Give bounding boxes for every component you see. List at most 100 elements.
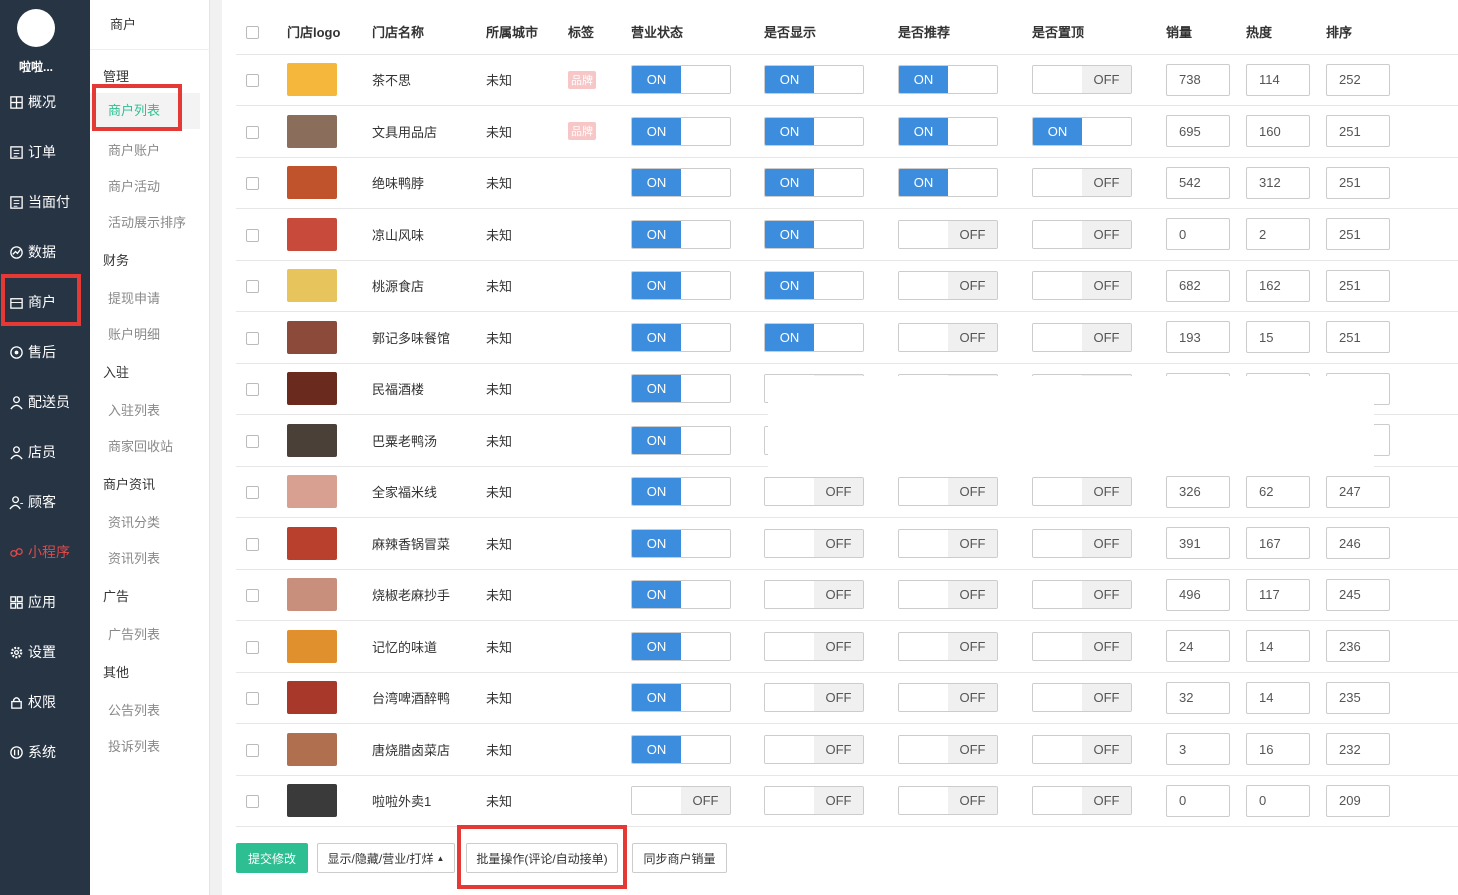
open-switch[interactable]: ON	[631, 374, 731, 404]
recommend-switch[interactable]: OFF	[898, 219, 998, 249]
open-switch[interactable]: ON	[631, 219, 731, 249]
open-switch[interactable]: ON	[631, 631, 731, 661]
recommend-switch[interactable]: OFF	[898, 477, 998, 507]
open-switch[interactable]: ON	[631, 168, 731, 198]
open-switch[interactable]: OFF	[631, 786, 731, 816]
top-switch[interactable]: OFF	[1032, 631, 1132, 661]
sales-input[interactable]	[1166, 527, 1230, 560]
sales-input[interactable]	[1166, 115, 1230, 148]
row-checkbox[interactable]	[246, 331, 259, 345]
top-switch[interactable]: OFF	[1032, 683, 1132, 713]
show-switch[interactable]: OFF	[764, 631, 864, 661]
recommend-switch[interactable]: OFF	[898, 528, 998, 558]
nav-item-0[interactable]: 概况	[8, 92, 84, 112]
open-switch[interactable]: ON	[631, 734, 731, 764]
batch-operation-button[interactable]: 批量操作(评论/自动接单)	[466, 843, 618, 873]
show-switch[interactable]: ON	[764, 65, 864, 95]
row-checkbox[interactable]	[246, 589, 259, 603]
recommend-switch[interactable]: OFF	[898, 322, 998, 352]
row-checkbox[interactable]	[246, 537, 259, 551]
heat-input[interactable]	[1246, 681, 1310, 714]
show-switch[interactable]: ON	[764, 271, 864, 301]
show-switch[interactable]: OFF	[764, 477, 864, 507]
sales-input[interactable]	[1166, 269, 1230, 302]
sidebar-item-activity-sort[interactable]: 活动展示排序	[108, 212, 186, 231]
recommend-switch[interactable]: OFF	[898, 734, 998, 764]
sort-input[interactable]	[1326, 166, 1390, 199]
sales-input[interactable]	[1166, 630, 1230, 663]
open-switch[interactable]: ON	[631, 683, 731, 713]
top-switch[interactable]: OFF	[1032, 65, 1132, 95]
top-switch[interactable]: OFF	[1032, 528, 1132, 558]
top-switch[interactable]: ON	[1032, 116, 1132, 146]
heat-input[interactable]	[1246, 269, 1310, 302]
nav-item-2[interactable]: 当面付	[8, 192, 84, 212]
nav-item-3[interactable]: 数据	[8, 242, 84, 262]
sidebar-item-merchant-account[interactable]: 商户账户	[108, 140, 160, 159]
top-switch[interactable]: OFF	[1032, 219, 1132, 249]
recommend-switch[interactable]: OFF	[898, 580, 998, 610]
row-checkbox[interactable]	[246, 280, 259, 294]
nav-item-6[interactable]: 配送员	[8, 392, 84, 412]
sort-input[interactable]	[1326, 681, 1390, 714]
open-switch[interactable]: ON	[631, 271, 731, 301]
sales-input[interactable]	[1166, 475, 1230, 508]
sales-input[interactable]	[1166, 784, 1230, 817]
show-switch[interactable]: ON	[764, 168, 864, 198]
sales-input[interactable]	[1166, 681, 1230, 714]
sort-input[interactable]	[1326, 733, 1390, 766]
recommend-switch[interactable]: OFF	[898, 786, 998, 816]
top-switch[interactable]: OFF	[1032, 322, 1132, 352]
show-switch[interactable]: OFF	[764, 528, 864, 558]
row-checkbox[interactable]	[246, 486, 259, 500]
heat-input[interactable]	[1246, 115, 1310, 148]
sort-input[interactable]	[1326, 630, 1390, 663]
sort-input[interactable]	[1326, 218, 1390, 251]
sidebar-item-ad-list[interactable]: 广告列表	[108, 624, 160, 643]
sales-input[interactable]	[1166, 166, 1230, 199]
open-switch[interactable]: ON	[631, 528, 731, 558]
select-all-checkbox[interactable]	[246, 26, 259, 40]
nav-item-5[interactable]: 售后	[8, 342, 84, 362]
nav-item-1[interactable]: 订单	[8, 142, 84, 162]
open-switch[interactable]: ON	[631, 322, 731, 352]
heat-input[interactable]	[1246, 733, 1310, 766]
nav-item-4[interactable]: 商户	[8, 292, 84, 312]
nav-item-8[interactable]: 顾客	[8, 492, 84, 512]
sidebar-item-complaint-list[interactable]: 投诉列表	[108, 736, 160, 755]
show-switch[interactable]: OFF	[764, 786, 864, 816]
top-switch[interactable]: OFF	[1032, 271, 1132, 301]
sales-input[interactable]	[1166, 733, 1230, 766]
sales-input[interactable]	[1166, 63, 1230, 96]
row-checkbox[interactable]	[246, 692, 259, 706]
sidebar-item-recycle[interactable]: 商家回收站	[108, 436, 173, 455]
recommend-switch[interactable]: ON	[898, 65, 998, 95]
show-switch[interactable]: OFF	[764, 683, 864, 713]
show-switch[interactable]: OFF	[764, 734, 864, 764]
nav-item-12[interactable]: 权限	[8, 692, 84, 712]
show-switch[interactable]: OFF	[764, 580, 864, 610]
heat-input[interactable]	[1246, 321, 1310, 354]
open-switch[interactable]: ON	[631, 425, 731, 455]
sales-input[interactable]	[1166, 578, 1230, 611]
sort-input[interactable]	[1326, 269, 1390, 302]
recommend-switch[interactable]: ON	[898, 168, 998, 198]
sales-input[interactable]	[1166, 321, 1230, 354]
avatar[interactable]	[17, 9, 55, 47]
show-switch[interactable]: ON	[764, 219, 864, 249]
nav-item-7[interactable]: 店员	[8, 442, 84, 462]
sort-input[interactable]	[1326, 115, 1390, 148]
heat-input[interactable]	[1246, 578, 1310, 611]
sidebar-item-withdraw[interactable]: 提现申请	[108, 288, 160, 307]
sort-input[interactable]	[1326, 63, 1390, 96]
sort-input[interactable]	[1326, 321, 1390, 354]
sort-input[interactable]	[1326, 527, 1390, 560]
row-checkbox[interactable]	[246, 434, 259, 448]
heat-input[interactable]	[1246, 63, 1310, 96]
row-checkbox[interactable]	[246, 383, 259, 397]
sync-sales-button[interactable]: 同步商户销量	[632, 843, 727, 873]
sidebar-item-account-detail[interactable]: 账户明细	[108, 324, 160, 343]
show-switch[interactable]: ON	[764, 322, 864, 352]
sidebar-item-merchant-list[interactable]: 商户列表	[90, 93, 200, 129]
row-checkbox[interactable]	[246, 640, 259, 654]
